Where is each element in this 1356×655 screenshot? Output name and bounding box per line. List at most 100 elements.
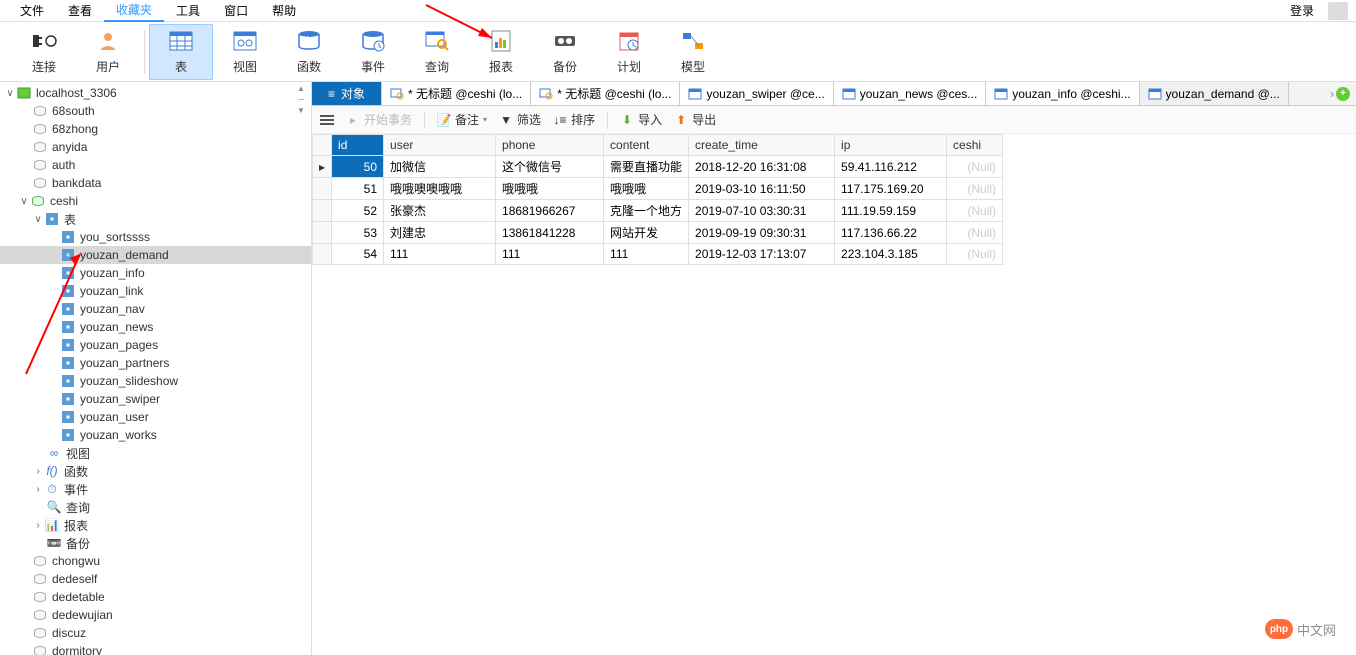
cell-ceshi[interactable]: (Null) <box>947 156 1003 178</box>
data-table[interactable]: iduserphonecontentcreate_timeipceshi▸ 50… <box>312 134 1003 265</box>
login-link[interactable]: 登录 <box>1280 0 1324 21</box>
nav-tree[interactable]: ▲─▼ ∨ localhost_3306 68south68zhonganyid… <box>0 82 312 655</box>
menu-favorites[interactable]: 收藏夹 <box>104 0 164 22</box>
editor-tab[interactable]: youzan_info @ceshi... <box>986 82 1139 105</box>
tree-table-item[interactable]: youzan_link <box>0 282 311 300</box>
tree-reports-node[interactable]: › 📊 报表 <box>0 516 311 534</box>
tree-db-item[interactable]: auth <box>0 156 311 174</box>
tree-db-item[interactable]: 68zhong <box>0 120 311 138</box>
tree-db-item[interactable]: dormitory <box>0 642 311 655</box>
cell-ceshi[interactable]: (Null) <box>947 200 1003 222</box>
cell-id[interactable]: 51 <box>332 178 384 200</box>
cell-id[interactable]: 54 <box>332 244 384 265</box>
tree-table-item[interactable]: you_sortssss <box>0 228 311 246</box>
column-header[interactable]: create_time <box>689 135 835 156</box>
expand-icon[interactable]: › <box>32 466 44 477</box>
tab-objects[interactable]: ≡ 对象 <box>312 82 382 105</box>
user-button[interactable]: 用户 <box>76 24 140 80</box>
row-handle[interactable]: ▸ <box>313 156 332 178</box>
function-button[interactable]: f(x) 函数 <box>277 24 341 80</box>
cell-ip[interactable]: 111.19.59.159 <box>835 200 947 222</box>
cell-ceshi[interactable]: (Null) <box>947 244 1003 265</box>
menu-file[interactable]: 文件 <box>8 0 56 21</box>
cell-ip[interactable]: 223.104.3.185 <box>835 244 947 265</box>
menu-tools[interactable]: 工具 <box>164 0 212 21</box>
memo-button[interactable]: 📝 备注 ▾ <box>437 111 487 128</box>
tree-functions-node[interactable]: › f() 函数 <box>0 462 311 480</box>
cell-content[interactable]: 网站开发 <box>604 222 689 244</box>
cell-id[interactable]: 52 <box>332 200 384 222</box>
row-handle[interactable] <box>313 222 332 244</box>
column-header[interactable]: ip <box>835 135 947 156</box>
expand-icon[interactable]: › <box>32 520 44 531</box>
table-row[interactable]: 54 111 111 111 2019-12-03 17:13:07 223.1… <box>313 244 1003 265</box>
event-button[interactable]: 事件 <box>341 24 405 80</box>
editor-tab[interactable]: youzan_news @ces... <box>834 82 987 105</box>
column-header[interactable]: id <box>332 135 384 156</box>
tree-table-item[interactable]: youzan_slideshow <box>0 372 311 390</box>
column-header[interactable]: phone <box>496 135 604 156</box>
column-header[interactable]: ceshi <box>947 135 1003 156</box>
cell-id[interactable]: 50 <box>332 156 384 178</box>
tree-db-item[interactable]: 68south <box>0 102 311 120</box>
backup-button[interactable]: 备份 <box>533 24 597 80</box>
cell-ceshi[interactable]: (Null) <box>947 222 1003 244</box>
tree-db-item[interactable]: chongwu <box>0 552 311 570</box>
tree-db-item[interactable]: anyida <box>0 138 311 156</box>
cell-phone[interactable]: 18681966267 <box>496 200 604 222</box>
tree-table-item[interactable]: youzan_swiper <box>0 390 311 408</box>
tree-table-item[interactable]: youzan_user <box>0 408 311 426</box>
menu-window[interactable]: 窗口 <box>212 0 260 21</box>
cell-content[interactable]: 需要直播功能 <box>604 156 689 178</box>
cell-ip[interactable]: 117.175.169.20 <box>835 178 947 200</box>
cell-phone[interactable]: 这个微信号 <box>496 156 604 178</box>
cell-id[interactable]: 53 <box>332 222 384 244</box>
model-button[interactable]: 模型 <box>661 24 725 80</box>
query-button[interactable]: 查询 <box>405 24 469 80</box>
tree-events-node[interactable]: › ⏱ 事件 <box>0 480 311 498</box>
add-tab-icon[interactable]: + <box>1336 87 1350 101</box>
tree-db-item[interactable]: dedewujian <box>0 606 311 624</box>
row-handle[interactable] <box>313 244 332 265</box>
view-button[interactable]: 视图 <box>213 24 277 80</box>
start-transaction-button[interactable]: ▸ 开始事务 <box>346 111 412 128</box>
editor-tab[interactable]: * 无标题 @ceshi (lo... <box>531 82 680 105</box>
cell-user[interactable]: 111 <box>384 244 496 265</box>
editor-tab[interactable]: * 无标题 @ceshi (lo... <box>382 82 531 105</box>
hamburger-button[interactable] <box>320 115 334 125</box>
tree-db-item[interactable]: bankdata <box>0 174 311 192</box>
table-button[interactable]: 表 <box>149 24 213 80</box>
connect-button[interactable]: 连接 <box>12 24 76 80</box>
cell-user[interactable]: 刘建忠 <box>384 222 496 244</box>
plan-button[interactable]: 计划 <box>597 24 661 80</box>
cell-content[interactable]: 哦哦哦 <box>604 178 689 200</box>
cell-user[interactable]: 加微信 <box>384 156 496 178</box>
row-handle[interactable] <box>313 178 332 200</box>
cell-content[interactable]: 克隆一个地方 <box>604 200 689 222</box>
table-row[interactable]: 53 刘建忠 13861841228 网站开发 2019-09-19 09:30… <box>313 222 1003 244</box>
cell-create-time[interactable]: 2018-12-20 16:31:08 <box>689 156 835 178</box>
tree-table-item[interactable]: youzan_info <box>0 264 311 282</box>
expand-icon[interactable]: › <box>32 484 44 495</box>
cell-create-time[interactable]: 2019-12-03 17:13:07 <box>689 244 835 265</box>
cell-user[interactable]: 哦哦噢噢哦哦 <box>384 178 496 200</box>
tree-table-item[interactable]: youzan_works <box>0 426 311 444</box>
tree-db-ceshi[interactable]: ∨ ceshi <box>0 192 311 210</box>
cell-ip[interactable]: 117.136.66.22 <box>835 222 947 244</box>
table-row[interactable]: ▸ 50 加微信 这个微信号 需要直播功能 2018-12-20 16:31:0… <box>313 156 1003 178</box>
tree-queries-node[interactable]: 🔍 查询 <box>0 498 311 516</box>
tree-table-item[interactable]: youzan_pages <box>0 336 311 354</box>
cell-content[interactable]: 111 <box>604 244 689 265</box>
tree-table-item[interactable]: youzan_nav <box>0 300 311 318</box>
import-button[interactable]: ⬇ 导入 <box>620 111 662 128</box>
tree-db-item[interactable]: dedeself <box>0 570 311 588</box>
column-header[interactable]: user <box>384 135 496 156</box>
row-handle[interactable] <box>313 200 332 222</box>
tree-db-item[interactable]: discuz <box>0 624 311 642</box>
tree-backups-node[interactable]: 📼 备份 <box>0 534 311 552</box>
menu-view[interactable]: 查看 <box>56 0 104 21</box>
cell-create-time[interactable]: 2019-03-10 16:11:50 <box>689 178 835 200</box>
column-header[interactable]: content <box>604 135 689 156</box>
report-button[interactable]: 报表 <box>469 24 533 80</box>
tree-db-item[interactable]: dedetable <box>0 588 311 606</box>
